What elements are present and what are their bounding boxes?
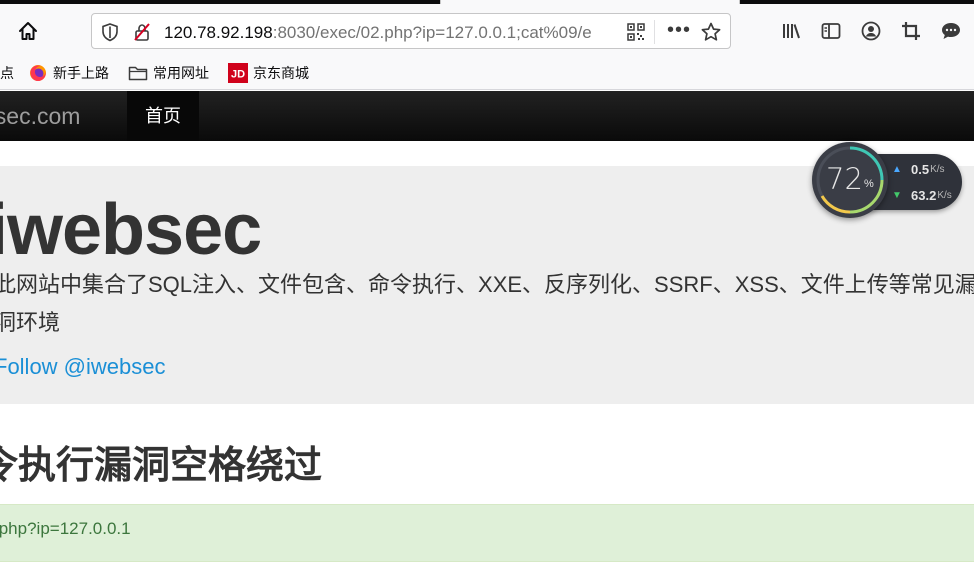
page-actions-button[interactable]: ••• <box>666 19 692 45</box>
sidebar-button[interactable] <box>818 18 844 44</box>
firefox-icon <box>28 63 48 83</box>
download-unit: K/s <box>937 189 952 201</box>
feedback-button[interactable] <box>938 18 964 44</box>
jd-icon: JD <box>228 63 248 83</box>
bookmark-label: 常用网址 <box>153 65 209 81</box>
upload-arrow-icon: ▲ <box>892 163 902 175</box>
url-bar[interactable]: 120.78.92.198:8030/exec/02.php?ip=127.0.… <box>91 13 731 49</box>
usage-percent: 72 <box>826 162 863 196</box>
alert-text: .php?ip=127.0.0.1 <box>0 519 131 538</box>
follow-link[interactable]: Follow @iwebsec <box>0 352 166 382</box>
folder-icon <box>128 63 148 83</box>
download-arrow-icon: ▼ <box>892 189 902 201</box>
page-title: iwebsec <box>0 190 262 270</box>
qr-code-icon[interactable] <box>627 23 645 41</box>
nav-item-home[interactable]: 首页 <box>127 91 199 141</box>
sidebar-icon <box>821 23 841 39</box>
browser-toolbar: 120.78.92.198:8030/exec/02.php?ip=127.0.… <box>0 4 974 56</box>
crop-icon <box>902 22 920 40</box>
insecure-connection-icon[interactable] <box>132 22 152 42</box>
home-button[interactable] <box>10 13 46 49</box>
bookmark-label: 京东商城 <box>253 65 309 81</box>
section-title: 令执行漏洞空格绕过 <box>0 445 323 487</box>
bookmark-label: 新手上路 <box>53 65 109 81</box>
svg-text:JD: JD <box>231 69 245 81</box>
bookmark-item-newbie[interactable]: 新手上路 <box>28 62 109 84</box>
screenshot-button[interactable] <box>898 18 924 44</box>
tracking-protection-icon[interactable] <box>100 22 120 42</box>
bookmark-item[interactable]: 点 <box>0 62 14 84</box>
account-icon <box>861 21 881 41</box>
chat-bubble-icon <box>942 23 960 39</box>
usage-dial[interactable]: 72 % <box>812 142 888 218</box>
url-path: :8030/exec/02.php?ip=127.0.0.1;cat%09/e <box>272 23 592 42</box>
url-text[interactable]: 120.78.92.198:8030/exec/02.php?ip=127.0.… <box>164 22 622 44</box>
account-button[interactable] <box>858 18 884 44</box>
bookmark-folder-common[interactable]: 常用网址 <box>128 62 209 84</box>
bookmarks-bar: 点 新手上路 常用网址 JD 京东商城 <box>0 56 974 90</box>
bookmark-label: 点 <box>0 65 14 81</box>
bookmark-star-icon[interactable] <box>700 21 722 43</box>
upload-unit: K/s <box>930 163 945 175</box>
site-navbar: bsec.com 首页 <box>0 91 974 141</box>
site-description: 此网站中集合了SQL注入、文件包含、命令执行、XXE、反序列化、SSRF、XSS… <box>0 272 974 335</box>
usage-percent-unit: % <box>864 178 874 190</box>
upload-value: 0.5 <box>911 161 930 177</box>
download-speed: ▼ 63.2 K/s <box>892 186 952 204</box>
url-host: 120.78.92.198 <box>164 23 273 42</box>
site-brand[interactable]: bsec.com <box>0 102 80 130</box>
home-icon <box>19 22 37 40</box>
network-speed-widget[interactable]: 72 % ▲ 0.5 K/s ▼ 63.2 K/s <box>812 142 964 220</box>
result-alert: .php?ip=127.0.0.1 <box>0 504 974 562</box>
library-button[interactable] <box>778 18 804 44</box>
bookmark-item-jd[interactable]: JD 京东商城 <box>228 62 309 84</box>
url-bar-separator <box>654 20 655 44</box>
download-value: 63.2 <box>911 187 937 203</box>
upload-speed: ▲ 0.5 K/s <box>892 160 945 178</box>
library-icon <box>783 24 800 39</box>
